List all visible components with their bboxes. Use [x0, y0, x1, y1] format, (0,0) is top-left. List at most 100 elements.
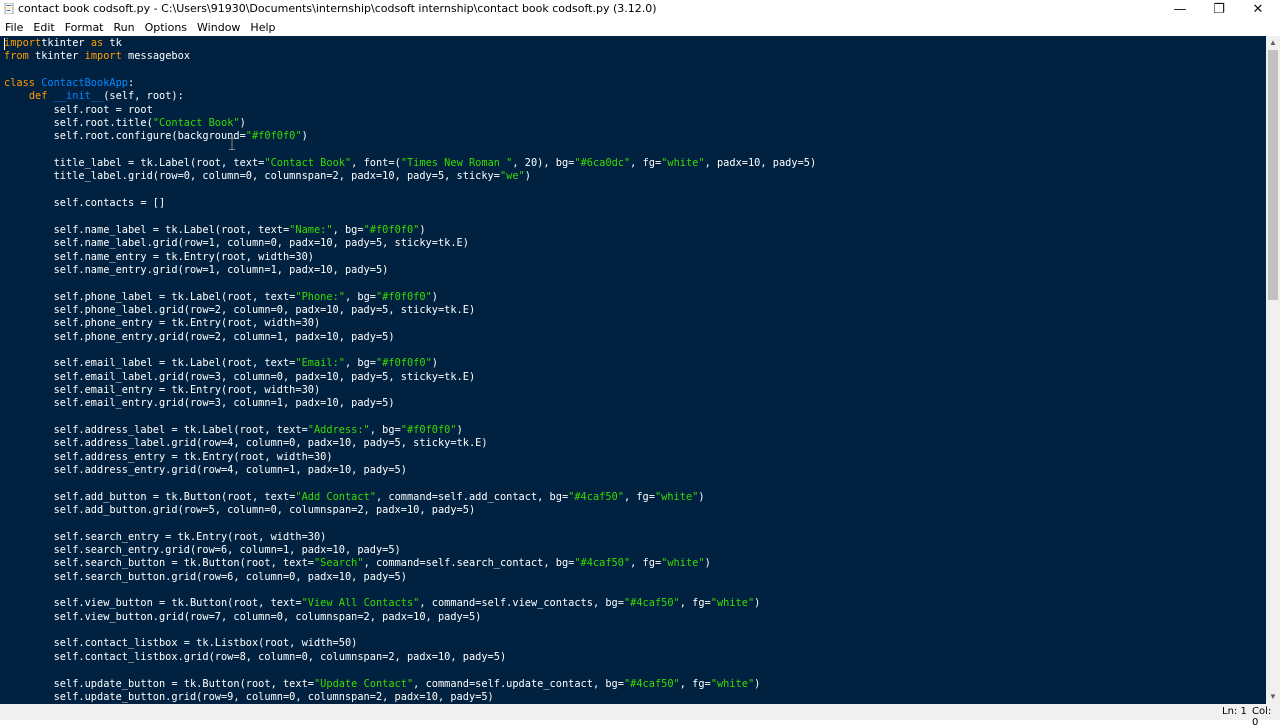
code-token: "white": [710, 677, 755, 690]
code-token: tkinter: [35, 50, 85, 63]
code-line: self.phone_entry.grid(row=2, column=1, p…: [4, 331, 816, 344]
code-token: self.phone_label.grid(row=2, column=0, p…: [4, 303, 476, 316]
maximize-button[interactable]: ❐: [1199, 0, 1239, 19]
code-token: ): [431, 357, 438, 370]
code-token: self.search_button = tk.Button(root, tex…: [4, 557, 314, 570]
menu-file[interactable]: File: [0, 19, 28, 36]
code-line: title_label.grid(row=0, column=0, column…: [4, 170, 816, 183]
minimize-button[interactable]: —: [1160, 0, 1200, 19]
code-line: def __init__(self, root):: [4, 90, 816, 103]
code-token: "we": [499, 170, 525, 183]
code-token: self.update_button = tk.Button(root, tex…: [4, 677, 314, 690]
code-token: self.add_button = tk.Button(root, text=: [4, 490, 296, 503]
scroll-up-icon[interactable]: ▲: [1266, 36, 1280, 50]
code-line: class ContactBookApp:: [4, 77, 816, 90]
code-text[interactable]: importtkinter as tk from tkinter import m…: [4, 37, 816, 704]
menu-edit[interactable]: Edit: [28, 19, 59, 36]
code-token: self.name_entry.grid(row=1, column=1, pa…: [4, 263, 389, 276]
code-token: self.phone_entry.grid(row=2, column=1, p…: [4, 330, 395, 343]
code-token: self.name_entry = tk.Entry(root, width=3…: [4, 250, 314, 263]
code-token: ): [698, 490, 705, 503]
code-token: , fg=: [679, 597, 711, 610]
code-line: self.email_label.grid(row=3, column=0, p…: [4, 371, 816, 384]
code-line: self.add_button.grid(row=5, column=0, co…: [4, 504, 816, 517]
code-token: , command=self.view_contacts, bg=: [419, 597, 624, 610]
menu-help[interactable]: Help: [245, 19, 280, 36]
code-token: :: [128, 77, 135, 90]
code-token: , font=(: [351, 157, 401, 170]
code-editor[interactable]: importtkinter as tk from tkinter import m…: [0, 36, 1266, 704]
code-token: import: [4, 37, 42, 49]
code-token: "#4caf50": [574, 557, 631, 570]
code-line: self.address_label.grid(row=4, column=0,…: [4, 437, 816, 450]
code-token: self.address_entry.grid(row=4, column=1,…: [4, 464, 407, 476]
code-token: "#4caf50": [623, 677, 680, 690]
menu-run[interactable]: Run: [109, 19, 140, 36]
code-token: self.view_button = tk.Button(root, text=: [4, 597, 302, 610]
menu-format[interactable]: Format: [60, 19, 109, 36]
restore-icon: ❐: [1213, 2, 1225, 17]
code-line: self.root.configure(background="#f0f0f0"…: [4, 130, 816, 143]
python-idle-icon: [4, 3, 14, 14]
code-token: "#4caf50": [568, 490, 624, 503]
code-token: def: [28, 90, 48, 103]
scroll-down-icon[interactable]: ▼: [1266, 690, 1280, 704]
code-line: self.address_label = tk.Label(root, text…: [4, 424, 816, 437]
code-token: ): [456, 423, 463, 436]
code-token: , padx=10, pady=5): [704, 157, 817, 170]
scrollbar-thumb[interactable]: [1268, 50, 1278, 300]
code-line: self.email_entry = tk.Entry(root, width=…: [4, 384, 816, 397]
code-token: self.root = root: [4, 103, 153, 116]
code-token: self.name_label.grid(row=1, column=0, pa…: [4, 237, 469, 250]
code-line: self.search_entry = tk.Entry(root, width…: [4, 531, 816, 544]
code-token: self.root.title(: [4, 117, 153, 130]
code-token: self.add_button.grid(row=5, column=0, co…: [4, 504, 476, 517]
code-line: self.address_entry.grid(row=4, column=1,…: [4, 464, 816, 477]
code-token: "white": [661, 157, 705, 170]
code-token: self.email_entry.grid(row=3, column=1, p…: [4, 397, 395, 410]
code-line: self.view_button = tk.Button(root, text=…: [4, 597, 816, 610]
menu-window[interactable]: Window: [192, 19, 245, 36]
code-token: , fg=: [623, 490, 655, 503]
code-token: self.phone_label = tk.Label(root, text=: [4, 290, 296, 303]
code-token: "#f0f0f0": [375, 290, 432, 303]
code-token: self.email_label = tk.Label(root, text=: [4, 357, 296, 370]
vertical-scrollbar[interactable]: ▲ ▼: [1266, 36, 1280, 704]
code-token: ): [419, 223, 426, 236]
code-line: self.phone_entry = tk.Entry(root, width=…: [4, 317, 816, 330]
code-token: import: [84, 50, 122, 63]
menu-options[interactable]: Options: [140, 19, 192, 36]
code-token: self.address_label = tk.Label(root, text…: [4, 423, 308, 436]
code-token: ): [301, 130, 308, 143]
code-token: self.email_label.grid(row=3, column=0, p…: [4, 370, 476, 383]
close-button[interactable]: ✕: [1238, 0, 1278, 19]
code-line: self.update_button.grid(row=9, column=0,…: [4, 691, 816, 704]
code-token: self.search_button.grid(row=6, column=0,…: [4, 570, 407, 583]
code-token: "Address:": [307, 423, 370, 436]
code-token: as: [90, 37, 104, 49]
code-token: , command=self.search_contact, bg=: [363, 557, 575, 570]
code-token: "#f0f0f0": [375, 357, 432, 370]
code-line: self.email_label = tk.Label(root, text= "…: [4, 357, 816, 370]
code-token: self.search_entry = tk.Entry(root, width…: [4, 530, 327, 543]
code-line: self.search_button.grid(row=6, column=0,…: [4, 571, 816, 584]
code-token: self.contact_listbox.grid(row=8, column=…: [4, 650, 507, 663]
menu-bar: File Edit Format Run Options Window Help: [0, 19, 1280, 36]
code-line: self.name_entry.grid(row=1, column=1, pa…: [4, 264, 816, 277]
code-token: ): [524, 170, 531, 183]
code-token: self.contacts = []: [4, 197, 166, 210]
code-token: messagebox: [121, 50, 191, 63]
code-token: , fg=: [630, 157, 662, 170]
close-icon: ✕: [1252, 2, 1264, 17]
code-line: self.phone_label = tk.Label(root, text= "…: [4, 291, 816, 304]
code-line: self.root.title("Contact Book"): [4, 117, 816, 130]
